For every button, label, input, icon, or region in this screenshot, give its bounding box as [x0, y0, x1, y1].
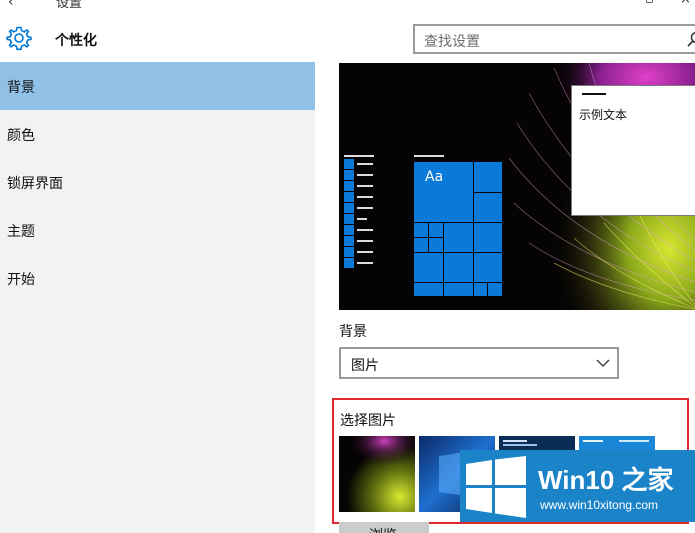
sidebar-item-label: 锁屏界面: [7, 176, 63, 192]
search-input[interactable]: 查找设置: [413, 24, 695, 54]
page-title: 个性化: [55, 33, 97, 49]
browse-button-label: 浏览: [369, 525, 397, 533]
sidebar-item-label: 颜色: [7, 128, 35, 144]
choose-picture-label: 选择图片: [340, 413, 396, 429]
sample-window: 示例文本: [571, 85, 695, 216]
dropdown-selected-value: 图片: [351, 358, 379, 374]
sidebar-item-background[interactable]: 背景: [0, 62, 315, 110]
gear-icon: [6, 26, 32, 51]
sidebar-item-label: 主题: [7, 224, 35, 240]
search-placeholder: 查找设置: [424, 34, 480, 50]
watermark: Win10 之家 www.win10xitong.com: [460, 450, 695, 522]
background-label: 背景: [339, 324, 367, 340]
sidebar-item-lock-screen[interactable]: 锁屏界面: [0, 158, 315, 206]
sidebar-item-colors[interactable]: 颜色: [0, 110, 315, 158]
background-preview: Aa 示例文本: [339, 63, 695, 310]
sample-text: 示例文本: [579, 108, 628, 122]
close-icon[interactable]: ×: [680, 0, 691, 7]
sidebar-item-themes[interactable]: 主题: [0, 206, 315, 254]
window-title: 设置: [56, 0, 83, 11]
search-icon[interactable]: [687, 31, 695, 47]
windows-logo-icon: [466, 456, 526, 518]
sidebar-item-label: 背景: [7, 80, 35, 96]
chevron-down-icon: [596, 359, 610, 368]
picture-thumbnail[interactable]: [339, 436, 415, 512]
sidebar-item-label: 开始: [7, 272, 35, 288]
page-header: 个性化 查找设置: [0, 14, 695, 62]
sample-tile-label: Aa: [425, 169, 444, 185]
background-type-dropdown[interactable]: 图片: [339, 347, 619, 379]
sample-window-titlebar: [582, 93, 606, 95]
back-arrow-icon[interactable]: ‹: [8, 0, 14, 10]
watermark-title: Win10 之家: [538, 465, 674, 495]
browse-button[interactable]: 浏览: [339, 522, 429, 533]
title-bar: ‹ 设置 ▫ ×: [0, 0, 695, 14]
sidebar-item-start[interactable]: 开始: [0, 254, 315, 302]
watermark-url: www.win10xitong.com: [540, 498, 659, 512]
minimize-icon[interactable]: ▫: [645, 0, 654, 7]
sidebar: 背景 颜色 锁屏界面 主题 开始: [0, 62, 315, 533]
